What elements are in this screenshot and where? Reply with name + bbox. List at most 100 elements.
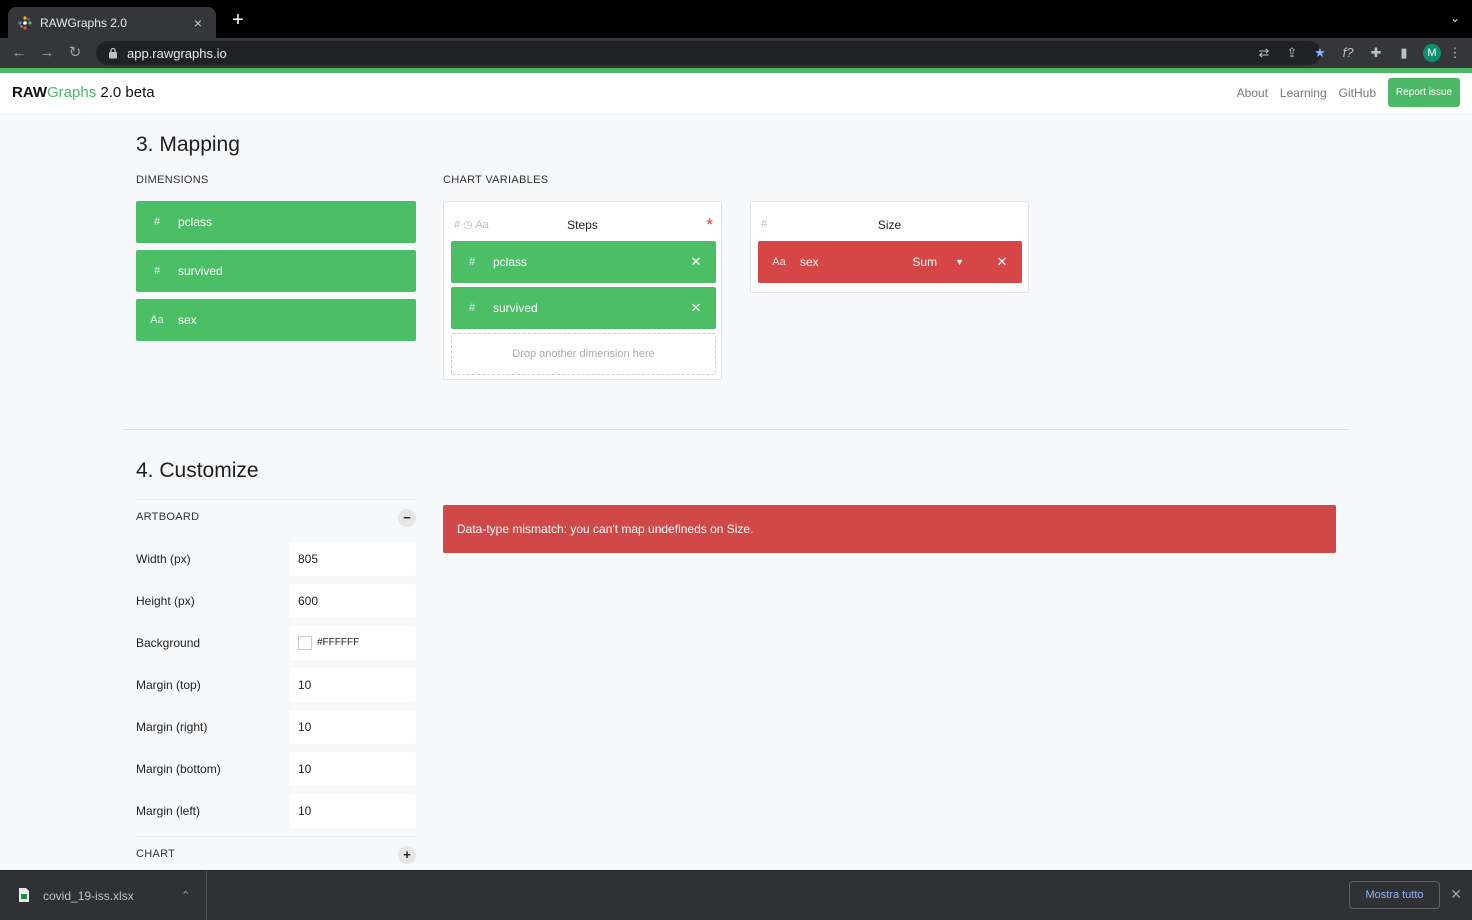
number-type-icon: # — [468, 256, 476, 268]
option-label: Margin (right) — [136, 720, 208, 734]
margin-right-input[interactable]: 10 — [289, 710, 416, 744]
logo-raw: RAW — [12, 84, 47, 101]
expand-plus-icon[interactable]: + — [398, 846, 416, 864]
new-tab-button[interactable]: + — [228, 9, 248, 32]
margin-top-input[interactable]: 10 — [289, 668, 416, 702]
option-margin-right: Margin (right) 10 — [136, 710, 416, 744]
reload-icon[interactable]: ↻ — [65, 43, 85, 63]
dimensions-label: DIMENSIONS — [136, 174, 209, 186]
collapse-minus-icon[interactable]: − — [398, 509, 416, 527]
remove-x-icon[interactable]: ✕ — [676, 300, 716, 316]
close-download-bar-icon[interactable]: ✕ — [1450, 886, 1462, 903]
color-swatch[interactable] — [298, 636, 312, 650]
dimension-name: survived — [178, 264, 223, 278]
artboard-accordion[interactable]: ARTBOARD − — [136, 499, 416, 535]
browser-menu-icon[interactable]: ⋮ — [1446, 43, 1464, 63]
translate-icon[interactable]: ⇄ — [1250, 43, 1278, 63]
extensions-puzzle-icon[interactable]: ✚ — [1362, 43, 1390, 63]
bookmark-star-icon[interactable]: ★ — [1306, 43, 1334, 63]
required-asterisk-icon: * — [706, 215, 713, 234]
report-issue-button[interactable]: Report issue — [1388, 78, 1460, 107]
rawgraphs-logo[interactable]: RAWGraphs 2.0 beta — [12, 84, 155, 101]
address-bar[interactable]: app.rawgraphs.io — [96, 41, 1321, 65]
nav-learning[interactable]: Learning — [1280, 86, 1327, 100]
side-panel-icon[interactable]: ▮ — [1390, 43, 1418, 63]
option-label: Margin (left) — [136, 804, 201, 818]
dimension-card-pclass[interactable]: # pclass — [136, 201, 416, 243]
download-bar: covid_19-iss.xlsx ⌃ Mostra tutto ✕ — [0, 870, 1472, 920]
spreadsheet-file-icon — [19, 888, 29, 902]
caret-down-icon[interactable]: ▼ — [955, 257, 964, 267]
option-margin-bottom: Margin (bottom) 10 — [136, 752, 416, 786]
error-banner: Data-type mismatch: you can't map undefi… — [443, 505, 1336, 553]
logo-version: 2.0 beta — [96, 84, 155, 101]
size-title: Size — [877, 218, 902, 232]
nav-about[interactable]: About — [1237, 86, 1268, 100]
string-type-icon: Aa — [772, 256, 786, 268]
browser-toolbar: ← → ↻ app.rawgraphs.io ⇄ ⇪ ★ f? ✚ ▮ M ⋮ — [0, 38, 1472, 68]
forward-arrow-icon[interactable]: → — [37, 43, 57, 63]
option-label: Background — [136, 636, 201, 650]
steps-title: Steps — [567, 218, 598, 232]
remove-x-icon[interactable]: ✕ — [676, 254, 716, 270]
width-input[interactable]: 805 — [289, 542, 416, 576]
size-header: # Size — [751, 216, 1028, 236]
mapping-title: 3. Mapping — [136, 133, 240, 156]
function-icon[interactable]: f? — [1334, 43, 1362, 63]
url-text: app.rawgraphs.io — [127, 45, 227, 61]
steps-dropzone[interactable]: Drop another dimension here — [451, 333, 716, 375]
show-all-button[interactable]: Mostra tutto — [1349, 881, 1440, 909]
share-icon[interactable]: ⇪ — [1278, 43, 1306, 63]
artboard-label: ARTBOARD — [136, 511, 200, 523]
top-nav: About Learning GitHub — [1237, 86, 1376, 100]
steps-header: # ◷ Aa Steps * — [444, 215, 721, 236]
string-type-icon: Aa — [150, 314, 164, 326]
section-divider — [123, 429, 1349, 430]
nav-github[interactable]: GitHub — [1339, 86, 1376, 100]
remove-x-icon[interactable]: ✕ — [982, 254, 1022, 270]
option-margin-left: Margin (left) 10 — [136, 794, 416, 828]
option-background: Background #FFFFFF — [136, 626, 416, 660]
chart-label: CHART — [136, 848, 176, 860]
download-file-name: covid_19-iss.xlsx — [43, 889, 134, 903]
profile-avatar[interactable]: M — [1423, 44, 1441, 62]
tab-title: RAWGraphs 2.0 — [40, 15, 127, 30]
margin-left-input[interactable]: 10 — [289, 794, 416, 828]
browser-tab[interactable]: RAWGraphs 2.0 × — [8, 7, 216, 38]
option-margin-top: Margin (top) 10 — [136, 668, 416, 702]
mapped-name: pclass — [493, 255, 528, 269]
steps-mapped-survived[interactable]: # survived ✕ — [451, 287, 716, 329]
browser-tabbar: RAWGraphs 2.0 × + ⌄ — [0, 0, 1472, 38]
back-arrow-icon[interactable]: ← — [9, 43, 29, 63]
download-item[interactable]: covid_19-iss.xlsx ⌃ — [0, 871, 207, 920]
tab-search-chevron-icon[interactable]: ⌄ — [1450, 11, 1460, 25]
chart-accordion[interactable]: CHART + — [136, 836, 416, 872]
toolbar-icons: ⇄ ⇪ ★ f? ✚ ▮ M ⋮ — [1250, 43, 1464, 63]
dimension-card-sex[interactable]: Aa sex — [136, 299, 416, 341]
aggregation-select[interactable]: Sum — [912, 255, 937, 269]
option-width: Width (px) 805 — [136, 542, 416, 576]
number-type-icon: # — [153, 265, 161, 277]
chart-variables-label: CHART VARIABLES — [443, 174, 549, 186]
lock-icon — [109, 47, 117, 59]
customize-title: 4. Customize — [136, 459, 259, 482]
dimension-name: pclass — [178, 215, 213, 229]
app-header: RAWGraphs 2.0 beta About Learning GitHub… — [0, 73, 1472, 113]
dimension-card-survived[interactable]: # survived — [136, 250, 416, 292]
logo-graphs: Graphs — [47, 84, 97, 101]
option-label: Margin (bottom) — [136, 762, 221, 776]
mapped-name: survived — [493, 301, 538, 315]
dimension-name: sex — [178, 313, 197, 327]
margin-bottom-input[interactable]: 10 — [289, 752, 416, 786]
height-input[interactable]: 600 — [289, 584, 416, 618]
chevron-up-icon[interactable]: ⌃ — [181, 889, 190, 902]
number-type-icon: # — [153, 216, 161, 228]
option-label: Width (px) — [136, 552, 191, 566]
option-height: Height (px) 600 — [136, 584, 416, 618]
rawgraphs-favicon-icon — [18, 15, 32, 30]
steps-mapped-pclass[interactable]: # pclass ✕ — [451, 241, 716, 283]
option-label: Margin (top) — [136, 678, 201, 692]
size-mapped-sex[interactable]: Aa sex Sum ▼ ✕ — [758, 241, 1022, 283]
mapped-name: sex — [800, 255, 819, 269]
tab-close-icon[interactable]: × — [190, 15, 206, 31]
